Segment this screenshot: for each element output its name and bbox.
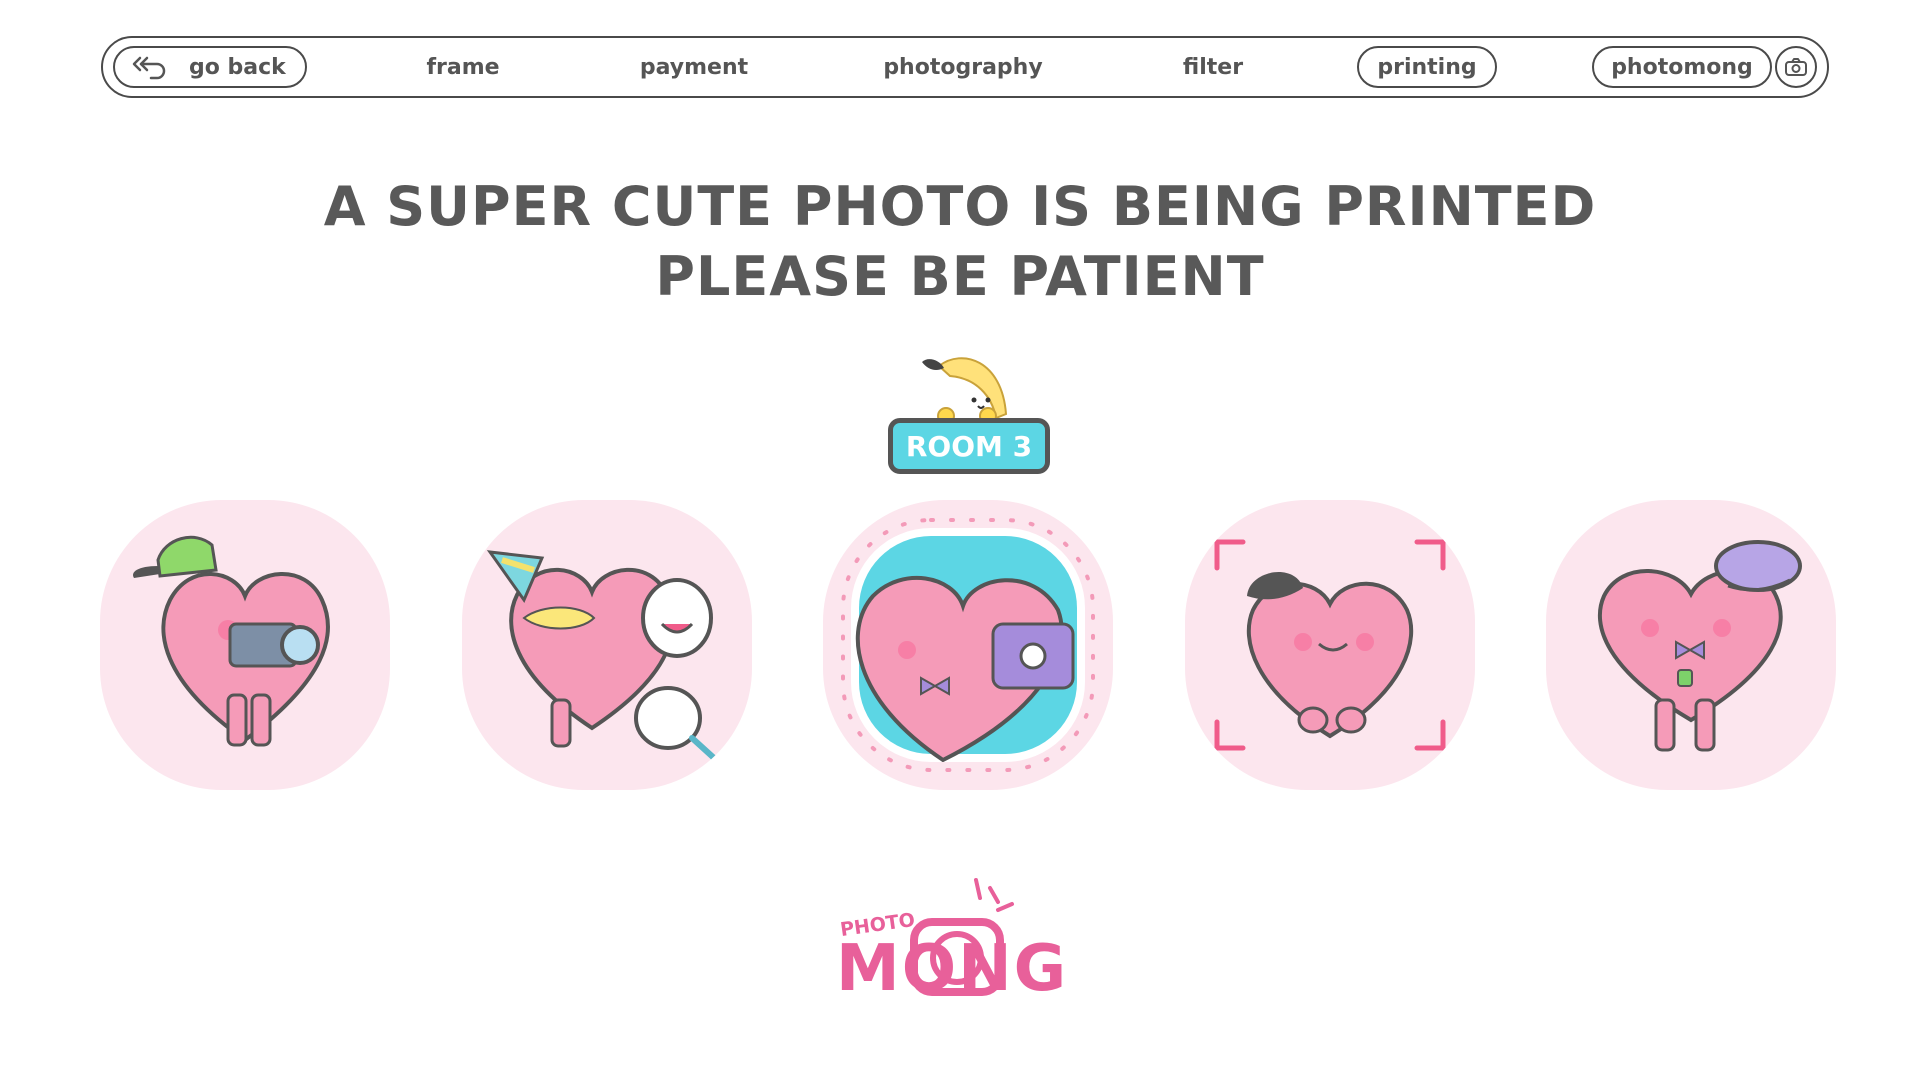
nav-photography[interactable]: photography xyxy=(873,46,1053,88)
camera-button[interactable] xyxy=(1775,46,1817,88)
camera-icon xyxy=(1785,58,1807,76)
go-back-label: go back xyxy=(189,54,286,80)
nav-payment[interactable]: payment xyxy=(619,46,769,88)
photomong-logo: PHOTO MONG xyxy=(830,870,1100,1020)
nav-photomong[interactable]: photomong xyxy=(1592,46,1772,88)
nav-frame[interactable]: frame xyxy=(403,46,523,88)
character-tile-beret[interactable] xyxy=(1546,500,1836,790)
top-nav-bar: go back frame payment photography filter… xyxy=(101,36,1829,98)
nav-filter[interactable]: filter xyxy=(1163,46,1263,88)
heart-camera-icon xyxy=(133,535,330,747)
character-tile-party[interactable] xyxy=(462,500,752,790)
heart-party-icon xyxy=(486,550,717,761)
nav-printing[interactable]: printing xyxy=(1357,46,1497,88)
back-arrow-icon xyxy=(132,56,166,80)
heart-selfie-icon xyxy=(841,518,1095,772)
heading-line-2: PLEASE BE PATIENT xyxy=(655,245,1265,308)
character-tile-camera[interactable] xyxy=(100,500,390,790)
go-back-button[interactable]: go back xyxy=(113,46,307,88)
printing-heading: A SUPER CUTE PHOTO IS BEING PRINTED PLEA… xyxy=(0,172,1920,312)
heart-fedora-icon xyxy=(1214,539,1446,751)
printing-screen: go back frame payment photography filter… xyxy=(0,0,1920,1080)
room-badge: ROOM 3 xyxy=(888,418,1050,474)
logo-mong-text: MONG xyxy=(836,932,1069,1006)
heart-beret-icon xyxy=(1597,540,1802,752)
character-tile-selfie[interactable] xyxy=(823,500,1113,790)
heading-line-1: A SUPER CUTE PHOTO IS BEING PRINTED xyxy=(323,175,1597,238)
character-tile-fedora[interactable] xyxy=(1185,500,1475,790)
room-indicator: ROOM 3 xyxy=(884,352,1054,482)
